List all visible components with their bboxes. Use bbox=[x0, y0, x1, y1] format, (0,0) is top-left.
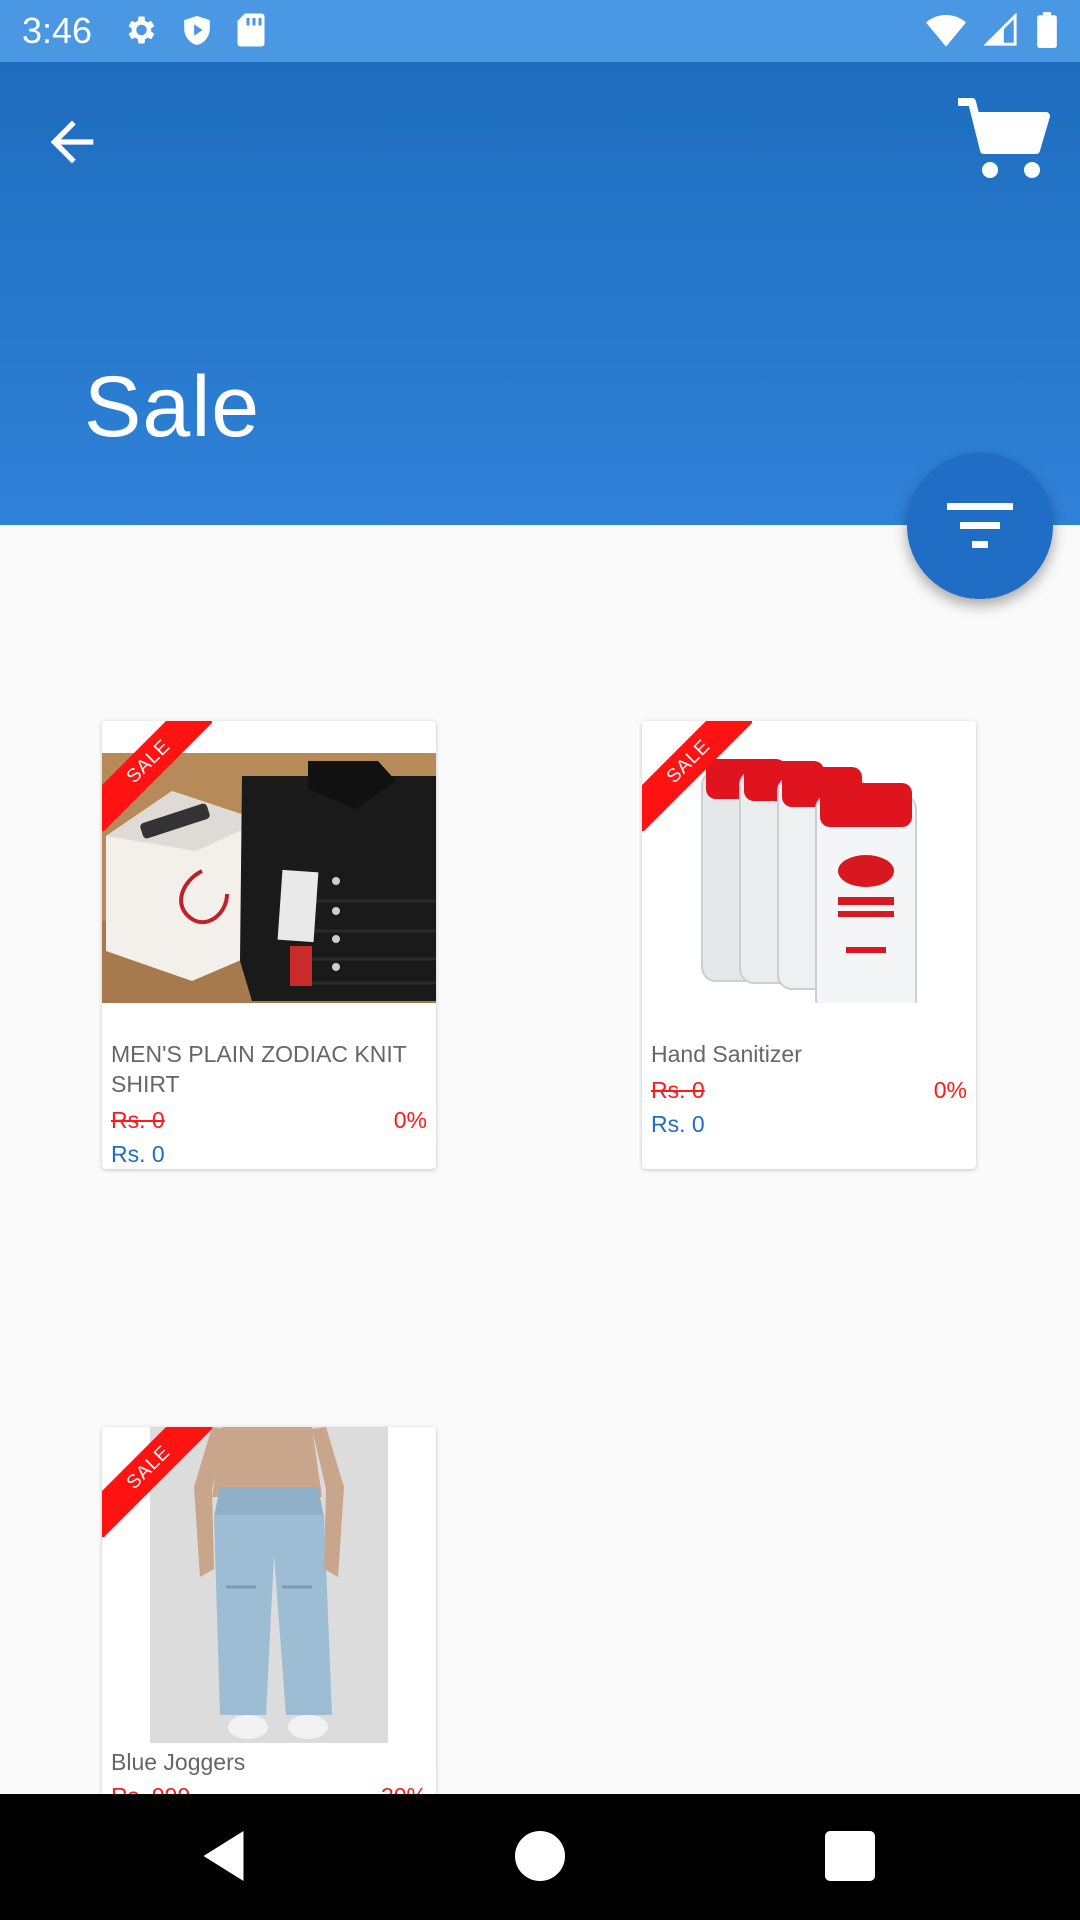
back-button[interactable] bbox=[40, 110, 104, 174]
nav-home-button[interactable] bbox=[510, 1826, 570, 1886]
sale-price: Rs. 0 bbox=[111, 1141, 165, 1167]
sale-badge-label: SALE bbox=[642, 721, 752, 831]
sale-badge: SALE bbox=[642, 721, 752, 831]
page-title: Sale bbox=[84, 359, 261, 455]
battery-icon bbox=[1037, 12, 1057, 48]
square-recents-icon bbox=[825, 1831, 875, 1881]
system-nav-bar bbox=[0, 1794, 1080, 1920]
price-row: Rs. 0 0% bbox=[651, 1077, 967, 1107]
wifi-icon bbox=[926, 15, 966, 47]
sale-price: Rs. 0 bbox=[651, 1111, 705, 1137]
cart-button[interactable] bbox=[956, 96, 1052, 184]
shield-icon bbox=[184, 15, 210, 46]
filter-fab-button[interactable] bbox=[907, 453, 1053, 599]
sd-card-icon bbox=[237, 13, 265, 47]
product-card-shirt[interactable]: SALE MEN'S PLAIN ZODIAC KNIT SHIRT Rs. 0… bbox=[102, 721, 436, 1169]
triangle-back-icon bbox=[203, 1831, 244, 1881]
sale-badge-label: SALE bbox=[102, 721, 212, 831]
nav-recents-button[interactable] bbox=[820, 1826, 880, 1886]
status-icons-left bbox=[122, 12, 266, 48]
status-time: 3:46 bbox=[22, 10, 93, 51]
circle-home-icon bbox=[515, 1831, 565, 1881]
sale-badge: SALE bbox=[102, 721, 212, 831]
price-row: Rs. 0 0% bbox=[111, 1107, 427, 1137]
arrow-left-icon bbox=[50, 120, 94, 164]
sale-badge-label: SALE bbox=[102, 1427, 212, 1537]
product-card-sanitizer[interactable]: SALE Hand Sanitizer Rs. 0 0% Rs. 0 bbox=[642, 721, 976, 1169]
product-name: Hand Sanitizer bbox=[651, 1041, 802, 1067]
discount-percent: 0% bbox=[393, 1107, 427, 1133]
gear-icon bbox=[128, 16, 155, 44]
nav-back-button[interactable] bbox=[196, 1826, 256, 1886]
product-name: Blue Joggers bbox=[111, 1749, 246, 1775]
status-bar: 3:46 bbox=[0, 0, 1080, 62]
app-bar: Sale bbox=[0, 62, 1080, 525]
signal-icon bbox=[984, 13, 1017, 46]
status-icons-right bbox=[926, 12, 1058, 48]
sale-badge: SALE bbox=[102, 1427, 212, 1537]
product-card-joggers[interactable]: SALE Blue Joggers Rs. 999 30% bbox=[102, 1427, 436, 1827]
original-price: Rs. 0 bbox=[111, 1107, 165, 1133]
product-name: MEN'S PLAIN ZODIAC KNIT SHIRT bbox=[111, 1041, 407, 1097]
original-price: Rs. 0 bbox=[651, 1077, 705, 1103]
discount-percent: 0% bbox=[933, 1077, 967, 1103]
filter-icon bbox=[947, 503, 1013, 548]
shopping-cart-icon bbox=[958, 98, 1050, 178]
